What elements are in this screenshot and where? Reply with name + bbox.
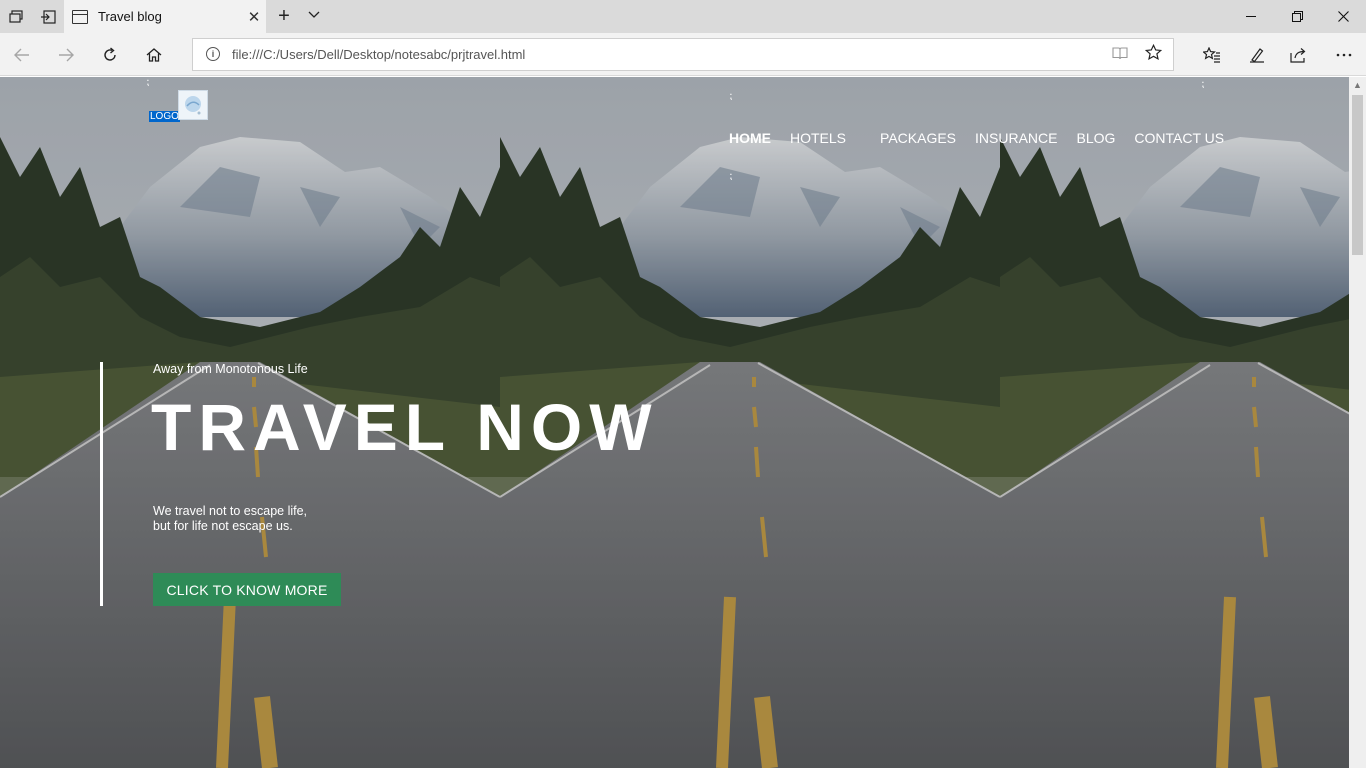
- main-nav: HOME HOTELS PACKAGES INSURANCE BLOG CONT…: [729, 130, 1243, 146]
- know-more-button[interactable]: CLICK TO KNOW MORE: [153, 573, 341, 606]
- web-page: LOGO ⁏ ⁏ ⁏ ⁏ HOME HOTELS PACKAGES INSURA…: [0, 77, 1349, 768]
- back-arrow-icon[interactable]: [8, 41, 36, 69]
- logo-image: [178, 90, 208, 120]
- minimize-icon[interactable]: [1228, 0, 1274, 33]
- reading-view-icon[interactable]: [1111, 46, 1129, 64]
- page-icon: [72, 9, 88, 24]
- nav-home[interactable]: HOME: [729, 130, 771, 146]
- home-icon[interactable]: [140, 41, 168, 69]
- scrollbar-thumb[interactable]: [1352, 95, 1363, 255]
- window-close-icon[interactable]: [1320, 0, 1366, 33]
- browser-toolbar: i file:///C:/Users/Dell/Desktop/notesabc…: [0, 33, 1366, 76]
- stray-mark: ⁏: [729, 171, 733, 182]
- plus-icon[interactable]: +: [274, 5, 294, 28]
- stray-mark: ⁏: [729, 91, 733, 102]
- close-icon[interactable]: ✕: [242, 8, 266, 26]
- stray-mark: ⁏: [146, 77, 150, 88]
- share-icon[interactable]: [1285, 41, 1313, 69]
- tab-strip: Travel blog ✕ +: [0, 0, 1366, 33]
- pen-icon[interactable]: [1243, 41, 1271, 69]
- info-icon[interactable]: i: [206, 47, 220, 61]
- address-bar[interactable]: i file:///C:/Users/Dell/Desktop/notesabc…: [192, 38, 1174, 71]
- favorites-hub-icon[interactable]: [1198, 41, 1226, 69]
- tab-preview-icon[interactable]: [6, 7, 26, 27]
- more-icon[interactable]: [1330, 41, 1358, 69]
- hero-quote: We travel not to escape life, but for li…: [153, 504, 307, 534]
- restore-icon[interactable]: [1274, 0, 1320, 33]
- nav-packages[interactable]: PACKAGES: [880, 130, 956, 146]
- nav-hotels[interactable]: HOTELS: [790, 130, 846, 146]
- stray-mark: ⁏: [1201, 79, 1205, 90]
- set-aside-tabs-icon[interactable]: [38, 7, 58, 27]
- nav-contact-us[interactable]: CONTACT US: [1134, 130, 1224, 146]
- chevron-down-icon[interactable]: [304, 7, 324, 22]
- quote-line-1: We travel not to escape life,: [153, 504, 308, 518]
- forward-arrow-icon[interactable]: [52, 41, 80, 69]
- quote-line-2: but for life not escape us.: [153, 519, 293, 533]
- page-scrollbar[interactable]: ▲: [1349, 77, 1366, 768]
- scroll-up-icon[interactable]: ▲: [1353, 80, 1362, 90]
- active-tab[interactable]: Travel blog ✕: [64, 0, 266, 33]
- star-icon[interactable]: [1143, 43, 1163, 66]
- refresh-icon[interactable]: [96, 41, 124, 69]
- nav-insurance[interactable]: INSURANCE: [975, 130, 1057, 146]
- hero-accent-line: [100, 362, 103, 606]
- logo-text: LOGO: [149, 111, 180, 122]
- hero-subtitle: Away from Monotonous Life: [153, 362, 308, 376]
- hero-headline: TRAVEL NOW: [151, 390, 659, 464]
- nav-blog[interactable]: BLOG: [1076, 130, 1115, 146]
- url-text[interactable]: file:///C:/Users/Dell/Desktop/notesabc/p…: [232, 47, 525, 62]
- tab-title: Travel blog: [98, 9, 162, 24]
